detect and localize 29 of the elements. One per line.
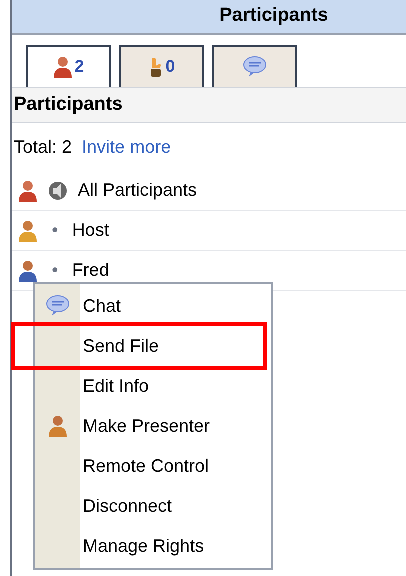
menu-item[interactable]: Edit Info — [80, 372, 150, 400]
speaker-icon — [48, 180, 68, 202]
tab[interactable]: 0 — [119, 45, 204, 87]
tab[interactable]: 2 — [26, 45, 111, 87]
person-icon — [18, 260, 38, 282]
panel-title: Participants — [12, 0, 406, 35]
total-count: Total: 2 — [14, 136, 72, 158]
participant-name: Fred — [72, 259, 110, 282]
participant-row[interactable]: • Host — [12, 211, 406, 251]
chat-bubble-icon — [242, 56, 266, 78]
bullet: • — [51, 219, 60, 242]
person-icon — [52, 56, 73, 78]
menu-item[interactable]: Manage Rights — [80, 532, 204, 560]
bullet: • — [51, 259, 60, 282]
person-icon — [18, 180, 38, 202]
menu-item[interactable]: Send File — [80, 332, 160, 360]
person-icon — [18, 220, 38, 242]
participant-row[interactable]: All Participants — [12, 171, 406, 211]
section-title: Participants — [12, 87, 406, 123]
menu-item[interactable]: Remote Control — [80, 452, 210, 480]
invite-link[interactable]: Invite more — [82, 134, 172, 160]
participant-name: All Participants — [78, 179, 198, 202]
menu-item[interactable]: Make Presenter — [80, 412, 210, 440]
menu-item[interactable]: Disconnect — [80, 492, 172, 520]
participant-name: Host — [72, 219, 110, 242]
person-icon — [48, 415, 68, 437]
menu-item[interactable]: Chat — [80, 292, 122, 320]
tab[interactable] — [212, 45, 297, 87]
chat-icon — [46, 295, 70, 317]
